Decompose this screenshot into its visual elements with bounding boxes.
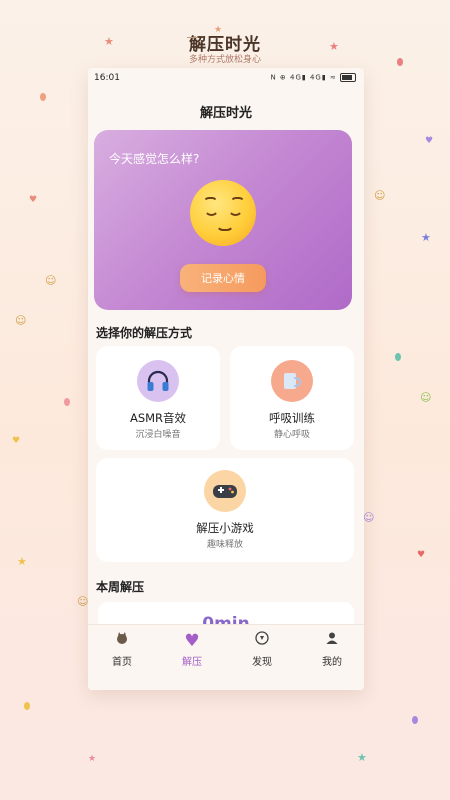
heart-icon: ♥ (12, 436, 21, 446)
smile-icon: ☺ (374, 189, 386, 202)
method-desc: 静心呼吸 (273, 430, 310, 440)
methods-section-title: 选择你的解压方式 (96, 326, 193, 340)
method-desc: 沉浸白噪音 (135, 430, 181, 440)
method-card-asmr[interactable]: ASMR音效 沉浸白噪音 (96, 346, 220, 450)
method-name: ASMR音效 (129, 411, 187, 425)
headphones-icon (137, 360, 179, 402)
star-icon: ★ (421, 231, 431, 244)
heart-icon: ♥ (184, 631, 200, 651)
star-icon: ★ (357, 751, 367, 764)
poster-subtitle: 多种方式放松身心 (188, 55, 261, 65)
breath-icon (271, 360, 313, 402)
mood-card: 今天感觉怎么样? 记录心情 (94, 130, 352, 310)
mood-question: 今天感觉怎么样? (109, 152, 200, 166)
method-desc: 趣味释放 (206, 540, 243, 550)
tab-profile[interactable]: 我的 (302, 631, 362, 668)
confetti-dot (24, 702, 30, 710)
user-icon (302, 631, 362, 651)
tab-discover[interactable]: 发现 (232, 631, 292, 668)
relieved-face-icon (190, 180, 256, 246)
weekly-section-title: 本周解压 (96, 580, 145, 594)
status-bar: 16:01 N ⊕ 4G▮ 4G▮ ≈ (88, 68, 364, 88)
record-mood-button[interactable]: 记录心情 (180, 264, 266, 292)
method-name: 解压小游戏 (196, 521, 254, 535)
method-name: 呼吸训练 (269, 411, 315, 425)
battery-icon (340, 73, 356, 82)
status-icons: N ⊕ 4G▮ 4G▮ ≈ (270, 73, 356, 82)
heart-icon: ♥ (29, 195, 38, 205)
confetti-dot (40, 93, 46, 101)
tab-label: 解压 (182, 657, 202, 668)
page-title: 解压时光 (199, 106, 252, 121)
confetti-dot (64, 398, 70, 406)
phone-screen: 16:01 N ⊕ 4G▮ 4G▮ ≈ 解压时光 今天感觉怎么样? 记录心情 选… (88, 68, 364, 690)
tab-label: 发现 (252, 657, 272, 668)
confetti-dot (412, 716, 418, 724)
star-icon: ★ (88, 754, 97, 764)
bottom-tabbar: 首页 ♥ 解压 发现 我的 (88, 624, 364, 690)
heart-icon: ♥ (425, 136, 434, 146)
confetti-dot (395, 353, 401, 361)
method-card-breathing[interactable]: 呼吸训练 静心呼吸 (230, 346, 354, 450)
smile-icon: ☺ (363, 511, 375, 524)
star-icon: ★ (17, 555, 27, 568)
heart-icon: ♥ (417, 550, 426, 560)
status-time: 16:01 (94, 73, 120, 83)
gamepad-icon (204, 470, 246, 512)
method-card-game[interactable]: 解压小游戏 趣味释放 (96, 458, 354, 562)
signal-icons: N ⊕ 4G▮ 4G▮ ≈ (270, 73, 337, 82)
tab-relax[interactable]: ♥ 解压 (162, 631, 222, 668)
compass-icon (232, 631, 292, 651)
smile-icon: ☺ (15, 314, 27, 327)
smile-icon: ☺ (420, 391, 432, 404)
tab-label: 我的 (322, 657, 342, 668)
home-icon (92, 631, 152, 651)
tab-home[interactable]: 首页 (92, 631, 152, 668)
tab-label: 首页 (112, 657, 132, 668)
smile-icon: ☺ (45, 274, 57, 287)
smile-icon: ☺ (77, 595, 89, 608)
